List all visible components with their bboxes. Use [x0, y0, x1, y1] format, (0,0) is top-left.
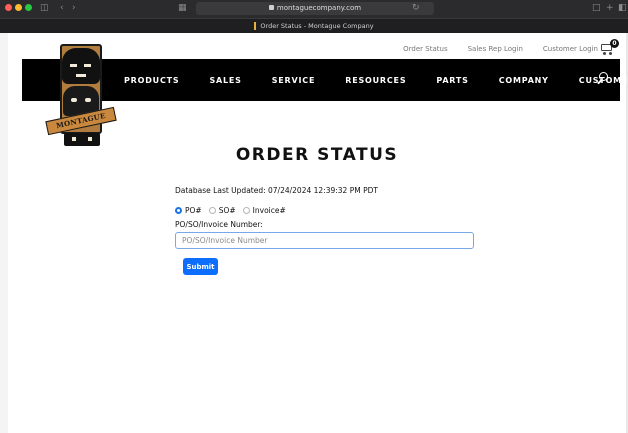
search-icon[interactable] [596, 71, 610, 85]
logo-chef-face-top [62, 48, 100, 84]
utility-nav: Order Status Sales Rep Login Customer Lo… [403, 45, 620, 53]
lock-icon [268, 5, 274, 10]
tab-title: Order Status - Montague Company [260, 22, 374, 30]
page-title: ORDER STATUS [235, 145, 399, 165]
favicon-icon [254, 22, 257, 30]
url-text: montaguecompany.com [276, 4, 362, 12]
reader-icon[interactable]: ▦ [178, 2, 187, 14]
close-window-button[interactable] [5, 4, 12, 11]
number-field-label: PO/SO/Invoice Number: [175, 220, 263, 229]
nav-service[interactable]: SERVICE [272, 76, 316, 85]
nav-parts[interactable]: PARTS [436, 76, 468, 85]
montague-logo[interactable]: MONTAGUE [45, 44, 118, 148]
back-arrow-icon[interactable]: ‹ [60, 2, 64, 14]
last-updated-text: Database Last Updated: 07/24/2024 12:39:… [175, 186, 378, 195]
active-tab[interactable]: Order Status - Montague Company [0, 21, 628, 32]
po-radio-label[interactable]: PO# [185, 206, 202, 215]
nav-resources[interactable]: RESOURCES [345, 76, 406, 85]
browser-tab-bar: Order Status - Montague Company [0, 18, 628, 33]
cart-count-badge: 0 [610, 39, 619, 48]
web-page: Order Status Sales Rep Login Customer Lo… [0, 33, 628, 433]
forward-arrow-icon[interactable]: › [72, 2, 76, 14]
sidebar-toggle-icon[interactable]: ◫ [40, 2, 49, 14]
share-icon[interactable]: □ [592, 2, 601, 14]
tab-overview-icon[interactable]: ◧ [618, 2, 627, 14]
order-number-input[interactable] [175, 232, 474, 249]
po-radio[interactable] [175, 207, 182, 214]
address-bar[interactable]: montaguecompany.com [196, 2, 434, 15]
invoice-radio[interactable] [242, 207, 250, 214]
zoom-window-button[interactable] [25, 4, 32, 11]
customer-login-link[interactable]: Customer Login [543, 45, 598, 53]
so-radio-label[interactable]: SO# [219, 206, 236, 215]
so-radio[interactable] [208, 207, 216, 214]
minimize-window-button[interactable] [15, 4, 22, 11]
browser-toolbar: ◫ ‹ › ▦ montaguecompany.com ↻ □ + ◧ [0, 0, 628, 18]
invoice-radio-label[interactable]: Invoice# [253, 206, 286, 215]
lookup-type-radio-group: PO# SO# Invoice# [175, 206, 293, 215]
cart-icon[interactable]: 0 [600, 39, 619, 55]
order-status-link[interactable]: Order Status [403, 45, 447, 53]
nav-sales[interactable]: SALES [209, 76, 241, 85]
submit-button[interactable]: Submit [183, 258, 218, 275]
nav-company[interactable]: COMPANY [499, 76, 549, 85]
sales-rep-login-link[interactable]: Sales Rep Login [468, 45, 523, 53]
reload-icon[interactable]: ↻ [412, 2, 420, 14]
nav-products[interactable]: PRODUCTS [124, 76, 179, 85]
new-tab-icon[interactable]: + [606, 2, 614, 14]
